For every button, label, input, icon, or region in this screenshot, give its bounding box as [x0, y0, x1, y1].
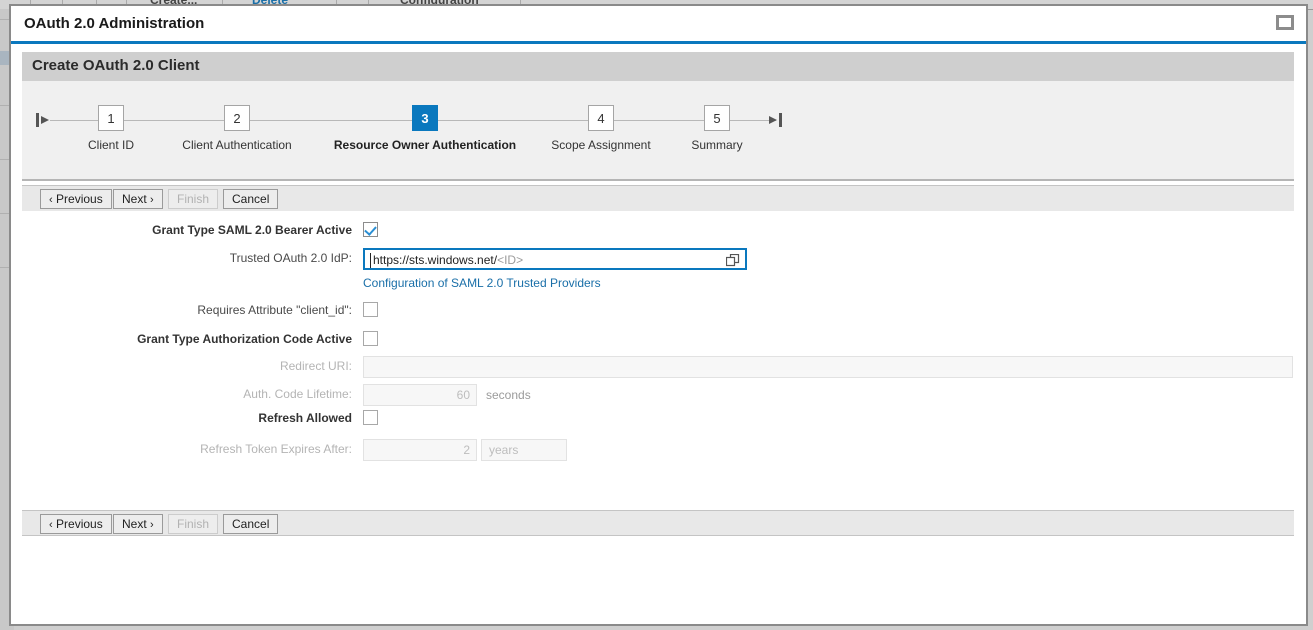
- wizard-step-5-number: 5: [704, 105, 730, 131]
- wizard-step-1-number: 1: [98, 105, 124, 131]
- trusted-idp-label: Trusted OAuth 2.0 IdP:: [22, 248, 352, 268]
- cancel-button-top-label: Cancel: [232, 192, 269, 206]
- chevron-right-icon: ›: [150, 194, 154, 206]
- desktop-background: Create... Delete Configuration OAuth 2.0…: [0, 0, 1313, 630]
- trusted-idp-value: https://sts.windows.net/: [373, 253, 497, 267]
- page-content: Create OAuth 2.0 Client 1 Client ID: [11, 44, 1306, 624]
- wizard-toolbar-bottom: ‹ Previous Next › Finish Cancel: [22, 510, 1294, 536]
- refresh-expires-input: 2: [363, 439, 477, 461]
- requires-attribute-label: Requires Attribute "client_id":: [22, 300, 352, 320]
- wizard-step-5[interactable]: 5 Summary: [654, 105, 780, 152]
- next-button-bottom[interactable]: Next ›: [113, 514, 163, 534]
- auth-code-lifetime-unit: seconds: [486, 384, 531, 406]
- chevron-left-icon: ‹: [49, 519, 53, 531]
- form-row-refresh-expires: Refresh Token Expires After: 2 years: [22, 439, 1294, 461]
- wizard-step-3-number: 3: [412, 105, 438, 131]
- trusted-providers-link[interactable]: Configuration of SAML 2.0 Trusted Provid…: [363, 276, 601, 290]
- form-row-redirect-uri: Redirect URI:: [22, 356, 1294, 378]
- grant-saml-label: Grant Type SAML 2.0 Bearer Active: [22, 220, 352, 240]
- restore-window-icon[interactable]: [1276, 15, 1294, 30]
- window-titlebar: OAuth 2.0 Administration: [11, 6, 1306, 44]
- cancel-button-bottom-label: Cancel: [232, 517, 269, 531]
- auth-code-lifetime-label: Auth. Code Lifetime:: [22, 384, 352, 404]
- grant-authcode-label: Grant Type Authorization Code Active: [22, 329, 352, 349]
- refresh-expires-label: Refresh Token Expires After:: [22, 439, 352, 459]
- cancel-button-top[interactable]: Cancel: [223, 189, 278, 209]
- previous-button-bottom[interactable]: ‹ Previous: [40, 514, 112, 534]
- form-row-grant-saml: Grant Type SAML 2.0 Bearer Active: [22, 220, 1294, 242]
- form-row-trusted-idp: Trusted OAuth 2.0 IdP: https://sts.windo…: [22, 248, 1294, 270]
- form-row-trusted-link: Configuration of SAML 2.0 Trusted Provid…: [22, 274, 1294, 296]
- finish-button-bottom-label: Finish: [177, 517, 209, 531]
- refresh-allowed-checkbox[interactable]: [363, 410, 378, 425]
- section-title: Create OAuth 2.0 Client: [32, 57, 200, 74]
- wizard-form: Grant Type SAML 2.0 Bearer Active Truste…: [22, 220, 1294, 508]
- previous-button-top[interactable]: ‹ Previous: [40, 189, 112, 209]
- cancel-button-bottom[interactable]: Cancel: [223, 514, 278, 534]
- form-row-grant-authcode: Grant Type Authorization Code Active: [22, 329, 1294, 351]
- wizard-step-2-number: 2: [224, 105, 250, 131]
- next-button-top-label: Next: [122, 192, 147, 206]
- form-row-refresh-allowed: Refresh Allowed: [22, 408, 1294, 430]
- wizard-toolbar-top: ‹ Previous Next › Finish Cancel: [22, 185, 1294, 211]
- page-title: OAuth 2.0 Administration: [24, 15, 204, 32]
- text-caret: [370, 253, 371, 268]
- value-help-icon[interactable]: [726, 254, 740, 267]
- finish-button-bottom: Finish: [168, 514, 218, 534]
- requires-attribute-checkbox[interactable]: [363, 302, 378, 317]
- refresh-expires-unit-select: years: [481, 439, 567, 461]
- refresh-allowed-label: Refresh Allowed: [22, 408, 352, 428]
- section-header: Create OAuth 2.0 Client: [22, 52, 1294, 81]
- auth-code-lifetime-input: 60: [363, 384, 477, 406]
- wizard-step-4-number: 4: [588, 105, 614, 131]
- grant-authcode-checkbox[interactable]: [363, 331, 378, 346]
- chevron-left-icon: ‹: [49, 194, 53, 206]
- redirect-uri-input: [363, 356, 1293, 378]
- finish-button-top: Finish: [168, 189, 218, 209]
- application-window: OAuth 2.0 Administration Create OAuth 2.…: [9, 4, 1308, 626]
- finish-button-top-label: Finish: [177, 192, 209, 206]
- form-row-auth-code-lifetime: Auth. Code Lifetime: 60 seconds: [22, 384, 1294, 406]
- trusted-idp-placeholder-tail: <ID>: [497, 253, 523, 267]
- previous-button-bottom-label: Previous: [56, 517, 103, 531]
- form-row-requires-attribute: Requires Attribute "client_id":: [22, 300, 1294, 322]
- wizard-step-5-label: Summary: [654, 138, 780, 152]
- next-button-top[interactable]: Next ›: [113, 189, 163, 209]
- redirect-uri-label: Redirect URI:: [22, 356, 352, 376]
- previous-button-top-label: Previous: [56, 192, 103, 206]
- wizard-roadmap: 1 Client ID 2 Client Authentication 3 Re…: [22, 81, 1294, 181]
- grant-saml-checkbox[interactable]: [363, 222, 378, 237]
- next-button-bottom-label: Next: [122, 517, 147, 531]
- trusted-idp-input[interactable]: https://sts.windows.net/<ID>: [363, 248, 747, 270]
- chevron-right-icon: ›: [150, 519, 154, 531]
